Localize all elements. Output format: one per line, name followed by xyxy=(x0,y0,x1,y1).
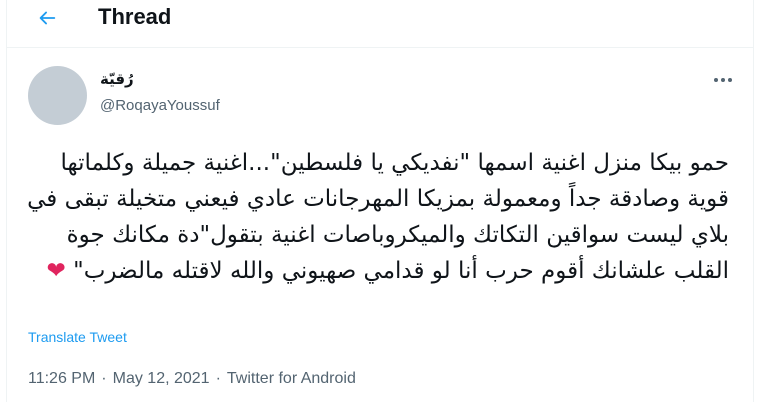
tweet-text: حمو بيكا منزل اغنية اسمها "نفديكي يا فلس… xyxy=(23,145,729,289)
meta-separator: · xyxy=(101,370,107,387)
thread-header: Thread xyxy=(7,0,753,48)
tweet-source[interactable]: Twitter for Android xyxy=(227,370,356,388)
author-display-name[interactable]: رُقيّة xyxy=(100,70,134,88)
page-title: Thread xyxy=(98,4,172,29)
avatar[interactable] xyxy=(28,66,87,125)
tweet-time[interactable]: 11:26 PM xyxy=(28,370,95,388)
tweet-body: حمو بيكا منزل اغنية اسمها "نفديكي يا فلس… xyxy=(27,150,729,284)
meta-separator: · xyxy=(215,370,221,387)
tweet-metadata: 11:26 PM · May 12, 2021 · Twitter for An… xyxy=(28,370,356,388)
arrow-left-icon xyxy=(39,11,56,25)
tweet-date[interactable]: May 12, 2021 xyxy=(113,370,210,388)
more-horizontal-icon xyxy=(714,78,732,82)
heart-icon: ❤ xyxy=(46,258,66,284)
thread-panel: Thread رُقيّة @RoqayaYoussuf حمو بيكا من… xyxy=(6,0,754,402)
translate-tweet-link[interactable]: Translate Tweet xyxy=(28,329,127,345)
author-handle[interactable]: @RoqayaYoussuf xyxy=(100,97,220,114)
back-button[interactable] xyxy=(33,4,61,32)
more-options-button[interactable] xyxy=(707,66,739,94)
